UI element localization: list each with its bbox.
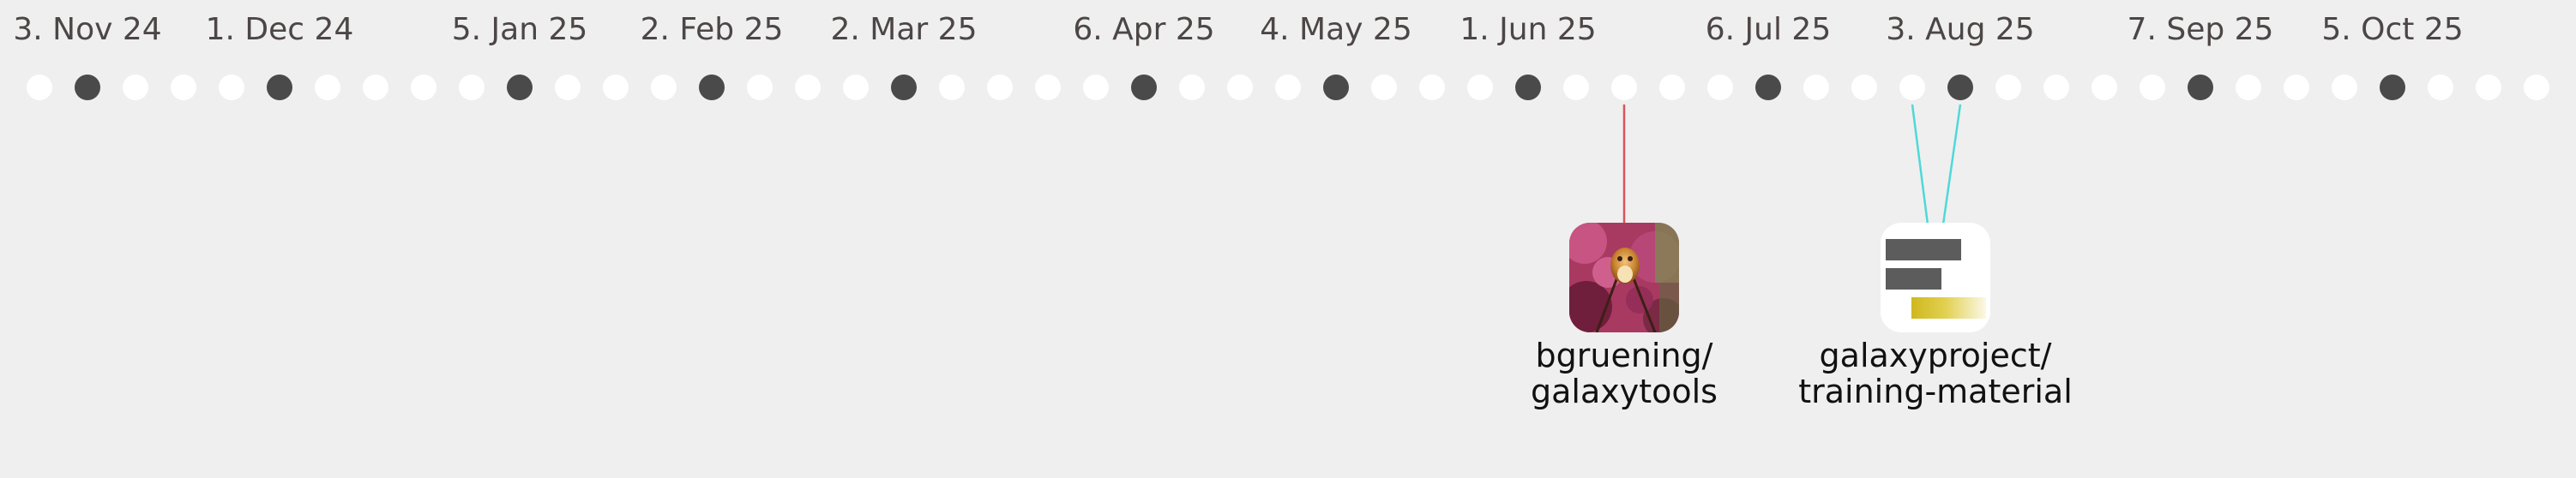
month-label: 1. Dec 24 bbox=[206, 12, 354, 47]
repo-link-line bbox=[1941, 104, 1962, 225]
week-dot bbox=[1371, 75, 1397, 100]
month-label: 2. Feb 25 bbox=[641, 12, 784, 47]
week-dot bbox=[315, 75, 340, 100]
month-start-dot bbox=[1323, 75, 1349, 100]
week-dot bbox=[651, 75, 677, 100]
month-label: 3. Nov 24 bbox=[13, 12, 161, 47]
month-label: 7. Sep 25 bbox=[2128, 12, 2274, 47]
month-label: 5. Oct 25 bbox=[2321, 12, 2463, 47]
week-dot bbox=[555, 75, 581, 100]
repo-owner: bgruening/ bbox=[1536, 337, 1713, 374]
training-bars-icon bbox=[1881, 223, 1990, 332]
week-dot bbox=[2476, 75, 2501, 100]
week-dot bbox=[1275, 75, 1301, 100]
week-dot bbox=[123, 75, 148, 100]
week-dot bbox=[1851, 75, 1877, 100]
month-start-dot bbox=[1755, 75, 1781, 100]
week-dot bbox=[1227, 75, 1253, 100]
month-start-dot bbox=[1131, 75, 1157, 100]
week-dot bbox=[1419, 75, 1445, 100]
week-dots bbox=[27, 75, 2549, 100]
month-label: 5. Jan 25 bbox=[452, 12, 588, 47]
week-dot bbox=[1659, 75, 1685, 100]
repo-card-galaxytools[interactable]: bgruening/ galaxytools bbox=[1531, 219, 1718, 410]
week-dot bbox=[27, 75, 52, 100]
repo-card-training-material[interactable]: galaxyproject/ training-material bbox=[1798, 223, 2073, 410]
repo-name: training-material bbox=[1798, 373, 2073, 410]
month-start-dot bbox=[267, 75, 292, 100]
repo-name: galaxytools bbox=[1531, 373, 1718, 410]
month-label: 2. Mar 25 bbox=[831, 12, 978, 47]
month-label: 1. Jun 25 bbox=[1460, 12, 1596, 47]
week-dot bbox=[987, 75, 1013, 100]
week-dot bbox=[939, 75, 965, 100]
week-dot bbox=[2236, 75, 2261, 100]
month-start-dot bbox=[75, 75, 100, 100]
week-dot bbox=[411, 75, 436, 100]
month-start-dot bbox=[699, 75, 725, 100]
month-start-dot bbox=[891, 75, 917, 100]
week-dot bbox=[2284, 75, 2309, 100]
month-start-dot bbox=[507, 75, 533, 100]
week-dot bbox=[1083, 75, 1109, 100]
week-dot bbox=[1035, 75, 1061, 100]
week-dot bbox=[2043, 75, 2069, 100]
week-dot bbox=[2140, 75, 2165, 100]
week-dot bbox=[459, 75, 485, 100]
month-start-dot bbox=[1515, 75, 1541, 100]
month-label: 6. Jul 25 bbox=[1706, 12, 1831, 47]
week-dot bbox=[219, 75, 244, 100]
week-dot bbox=[795, 75, 821, 100]
week-dot bbox=[603, 75, 629, 100]
month-start-dot bbox=[2188, 75, 2213, 100]
week-dot bbox=[1467, 75, 1493, 100]
month-label: 3. Aug 25 bbox=[1886, 12, 2034, 47]
month-labels: 3. Nov 24 1. Dec 24 5. Jan 25 2. Feb 25 2. M… bbox=[13, 12, 2463, 47]
month-label: 4. May 25 bbox=[1260, 12, 1411, 47]
contribution-timeline: 3. Nov 24 1. Dec 24 5. Jan 25 2. Feb 25 2. M… bbox=[13, 12, 2549, 410]
week-dot bbox=[171, 75, 196, 100]
repo-owner: galaxyproject/ bbox=[1820, 337, 2052, 374]
week-dot bbox=[747, 75, 773, 100]
week-dot bbox=[363, 75, 388, 100]
week-dot bbox=[2332, 75, 2357, 100]
month-start-dot bbox=[1947, 75, 1973, 100]
week-dot bbox=[2428, 75, 2453, 100]
week-dot bbox=[1179, 75, 1205, 100]
week-dot bbox=[2524, 75, 2549, 100]
week-dot bbox=[1899, 75, 1925, 100]
orchid-photo-icon bbox=[1569, 223, 1679, 332]
week-dot bbox=[1803, 75, 1829, 100]
week-dot bbox=[1707, 75, 1733, 100]
week-dot bbox=[1563, 75, 1589, 100]
month-label: 6. Apr 25 bbox=[1073, 12, 1214, 47]
week-dot bbox=[1611, 75, 1637, 100]
week-dot bbox=[2091, 75, 2117, 100]
month-start-dot bbox=[2380, 75, 2405, 100]
repo-link-line bbox=[1911, 104, 1929, 225]
week-dot bbox=[1995, 75, 2021, 100]
week-dot bbox=[843, 75, 869, 100]
